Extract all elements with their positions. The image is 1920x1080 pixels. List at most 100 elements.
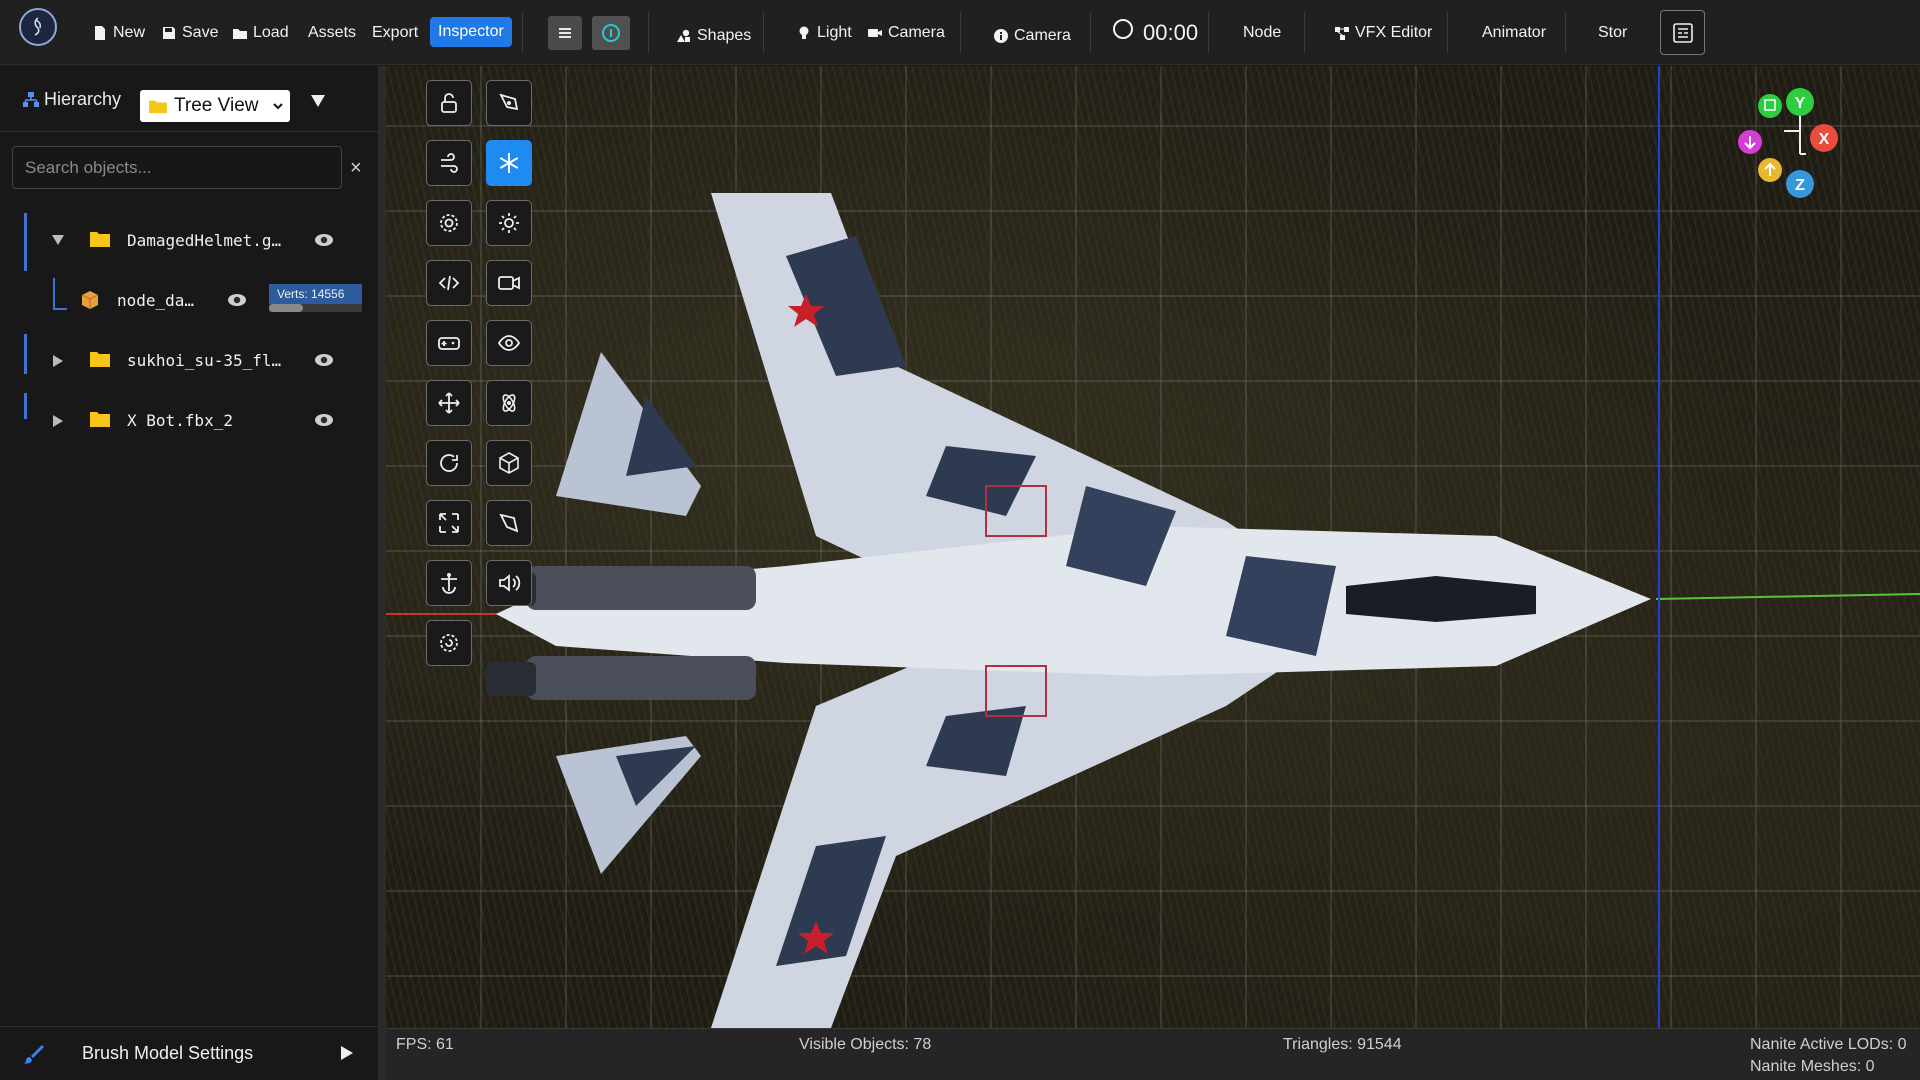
wind-tool-button[interactable] — [426, 140, 472, 186]
snowflake-icon — [499, 153, 519, 173]
cube-tool-button[interactable] — [486, 440, 532, 486]
physics-tool-button[interactable] — [486, 380, 532, 426]
lightbulb-icon — [799, 26, 809, 39]
scene-viewport[interactable]: Y X Z — [386, 66, 1920, 1028]
light-button[interactable]: Light — [796, 0, 852, 65]
search-input[interactable] — [12, 146, 342, 189]
y-axis-line — [1655, 593, 1920, 600]
hamburger-menu-button[interactable] — [548, 16, 582, 50]
export-button[interactable]: Export — [372, 0, 418, 65]
inspector-button[interactable]: Inspector — [430, 17, 512, 47]
gizmo-x-label: X — [1819, 131, 1830, 148]
play-icon[interactable] — [340, 1045, 354, 1061]
panel-splitter[interactable] — [378, 66, 386, 1080]
anchor-tool-button[interactable] — [426, 560, 472, 606]
scale-tool-button[interactable] — [426, 500, 472, 546]
folder-icon — [90, 352, 110, 367]
slider-handle[interactable] — [269, 304, 303, 312]
new-button[interactable]: New — [92, 0, 145, 65]
info-circle-icon — [602, 24, 620, 42]
load-button[interactable]: Load — [232, 0, 289, 65]
vfx-editor-button[interactable]: VFX Editor — [1334, 0, 1432, 65]
expand-triangle-icon[interactable] — [52, 354, 64, 368]
nanite-meshes-readout: Nanite Meshes: 0 — [1750, 1058, 1875, 1075]
camera-button[interactable]: Camera — [867, 0, 945, 65]
cog-refresh-tool-button[interactable] — [426, 620, 472, 666]
eye-icon — [497, 335, 521, 351]
camera-info-button[interactable]: Camera — [993, 3, 1071, 68]
logo-icon[interactable] — [19, 8, 57, 46]
video-tool-button[interactable] — [486, 260, 532, 306]
mesh-cube-icon — [81, 291, 99, 309]
scene-grid — [386, 66, 1920, 1028]
vfx-icon — [1335, 26, 1349, 40]
expand-triangle-icon[interactable] — [51, 234, 65, 246]
collapse-triangle-icon[interactable] — [310, 94, 326, 108]
shapes-button[interactable]: Shapes — [676, 3, 751, 68]
tree-item-label: sukhoi_su-35_fl… — [127, 351, 282, 370]
panel-toggle-button[interactable] — [1660, 10, 1705, 55]
code-tool-button[interactable] — [426, 260, 472, 306]
eye-icon[interactable] — [314, 413, 334, 427]
assets-button[interactable]: Assets — [308, 0, 356, 65]
cube-icon — [499, 452, 519, 474]
gamepad-icon — [438, 337, 460, 350]
expand-triangle-icon[interactable] — [52, 414, 64, 428]
visibility-tool-button[interactable] — [486, 320, 532, 366]
eye-icon[interactable] — [314, 353, 334, 367]
pen-tool-button[interactable] — [486, 80, 532, 126]
view-mode-select[interactable]: Tree View — [140, 90, 290, 122]
vector-icon — [499, 513, 519, 533]
aircraft-model — [486, 193, 1651, 1028]
video-icon — [498, 276, 520, 290]
timeline-timer[interactable]: 00:00 — [1113, 0, 1198, 65]
cog-refresh-icon — [440, 634, 458, 652]
folder-icon — [233, 28, 247, 39]
orientation-gizmo[interactable]: Y X Z — [1736, 84, 1866, 204]
file-icon — [95, 25, 105, 40]
top-toolbar: New Save Load Assets Export Inspector Sh… — [0, 0, 1920, 65]
clear-search-button[interactable]: × — [350, 157, 362, 180]
lod-slider[interactable] — [269, 304, 362, 312]
move-icon — [438, 392, 460, 414]
brush-settings-row[interactable]: Brush Model Settings — [0, 1026, 378, 1080]
sun-tool-button[interactable] — [486, 200, 532, 246]
tree-item-damagedhelmet[interactable]: DamagedHelmet.g… — [0, 221, 378, 261]
atom-icon — [502, 394, 516, 412]
video-camera-icon — [868, 28, 882, 37]
tree-item-xbot[interactable]: X Bot.fbx_2 — [0, 401, 378, 441]
gizmo-neg-y-axis — [1758, 94, 1782, 118]
rotate-tool-button[interactable] — [426, 440, 472, 486]
audio-tool-button[interactable] — [486, 560, 532, 606]
gizmo-z-label: Z — [1795, 177, 1805, 194]
vector-tool-button[interactable] — [486, 500, 532, 546]
eye-icon[interactable] — [227, 293, 247, 307]
visible-objects-readout: Visible Objects: 78 — [799, 1036, 932, 1053]
divider — [1447, 12, 1448, 53]
rotate-icon — [440, 454, 458, 472]
info-toggle-button[interactable] — [592, 16, 630, 50]
settings-tool-button[interactable] — [426, 200, 472, 246]
store-button[interactable]: Stor — [1598, 0, 1627, 65]
divider — [1304, 12, 1305, 53]
hierarchy-title: Hierarchy — [22, 89, 121, 110]
gamepad-tool-button[interactable] — [426, 320, 472, 366]
triangles-readout: Triangles: 91544 — [1283, 1036, 1402, 1053]
divider — [1565, 12, 1566, 53]
pen-tool-icon — [499, 93, 519, 111]
scale-icon — [439, 513, 459, 533]
tree-item-label: X Bot.fbx_2 — [127, 411, 233, 430]
tree-item-label: node_da… — [117, 291, 195, 310]
brush-icon — [23, 1045, 44, 1064]
save-button[interactable]: Save — [161, 0, 218, 65]
eye-icon[interactable] — [314, 233, 334, 247]
divider — [1208, 12, 1209, 53]
snowflake-tool-button[interactable] — [486, 140, 532, 186]
animator-button[interactable]: Animator — [1482, 0, 1546, 65]
lock-tool-button[interactable] — [426, 80, 472, 126]
move-tool-button[interactable] — [426, 380, 472, 426]
tree-item-sukhoi[interactable]: sukhoi_su-35_fl… — [0, 341, 378, 381]
node-button[interactable]: Node — [1243, 0, 1281, 65]
status-bar: FPS: 61 Visible Objects: 78 Triangles: 9… — [386, 1028, 1920, 1080]
code-icon — [438, 275, 460, 291]
